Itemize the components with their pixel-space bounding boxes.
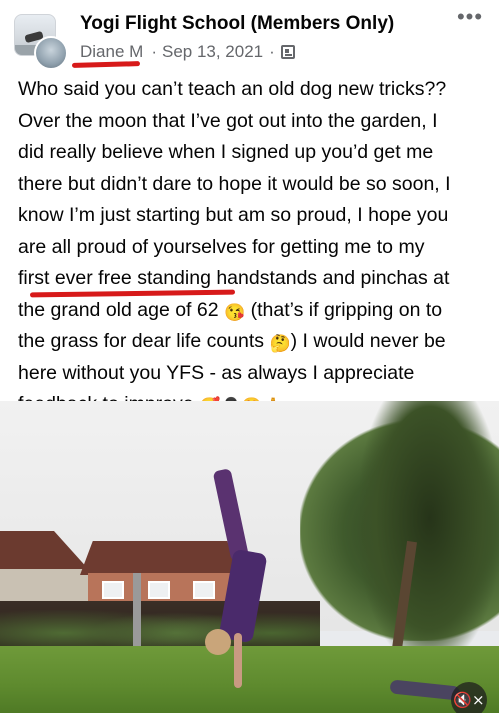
post-line-10: here without you YFS - as always I appre… (18, 361, 415, 384)
post-body: Who said you can’t teach an old dog new … (18, 74, 488, 421)
group-name[interactable]: Yogi Flight School (Members Only) (80, 13, 394, 35)
post-line-8-start: the (18, 298, 51, 321)
post-line-1: Who said you can’t teach an old dog new … (18, 78, 447, 100)
more-options-button[interactable]: ••• (455, 6, 485, 30)
thinking-emoji: 🤔 (269, 334, 291, 353)
video-player[interactable]: 🔇× (0, 401, 499, 713)
highlighted-phrase: grand old age of 62 (50, 298, 219, 321)
post-line-8: the grand old age of 62 😘 (that’s if gri… (18, 295, 488, 327)
red-annotation-underline-author (71, 61, 141, 68)
author-avatar[interactable] (34, 36, 68, 70)
post-line-2: Over the moon that I’ve got out into the… (18, 109, 438, 132)
meta-separator-2: · (269, 42, 275, 61)
speaker-muted-icon[interactable]: 🔇× (451, 682, 487, 713)
video-post (133, 573, 141, 653)
post-line-9-end: ) I would never be (290, 330, 446, 352)
group-privacy-icon (280, 45, 295, 59)
video-lawn (0, 646, 499, 713)
post-line-9: the grass for dear life counts 🤔) I woul… (18, 326, 488, 358)
post-line-5: know I’m just starting but am so proud, … (18, 204, 449, 226)
post-line-7: first ever free standing handstands and … (18, 267, 450, 289)
author-name[interactable]: Diane M (80, 42, 143, 62)
video-person-head (205, 629, 231, 655)
post-line-3: did really believe when I signed up you’… (18, 141, 434, 163)
post-header: Yogi Flight School (Members Only) Diane … (0, 0, 499, 70)
post-line-8-end: (that’s if gripping on to (245, 298, 443, 321)
video-person-arm (234, 633, 242, 688)
post-line-4: there but didn’t dare to hope it would b… (18, 172, 451, 195)
post-meta: Diane M · Sep 13, 2021 · (80, 42, 295, 62)
post-line-6: are all proud of yourselves for getting … (18, 235, 425, 258)
meta-separator: · (151, 42, 157, 61)
video-tree-dark (360, 401, 499, 661)
post-line-9-start: the grass for dear life counts (18, 330, 270, 352)
kiss-emoji: 😘 (224, 302, 246, 322)
post-date[interactable]: Sep 13, 2021 (162, 42, 263, 62)
video-roof-middle (80, 541, 240, 575)
avatar-stack[interactable] (14, 14, 70, 70)
